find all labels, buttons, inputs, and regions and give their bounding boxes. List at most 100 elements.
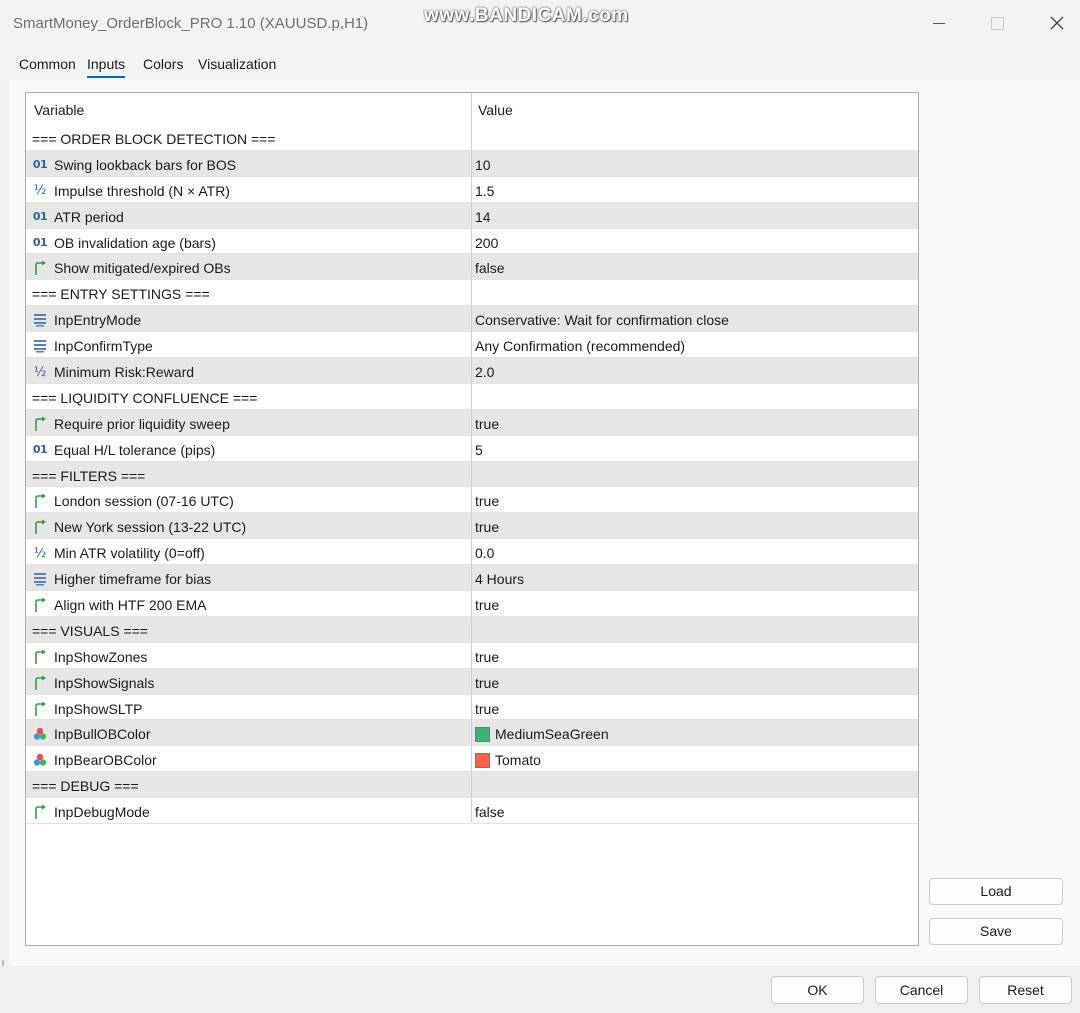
header-variable[interactable]: Variable: [34, 102, 84, 118]
load-button[interactable]: Load: [929, 878, 1063, 905]
reset-button[interactable]: Reset: [979, 976, 1072, 1004]
boolean-icon: [32, 260, 48, 276]
variable-name: === FILTERS ===: [32, 467, 146, 484]
value-cell[interactable]: MediumSeaGreen: [475, 725, 609, 743]
value-cell[interactable]: Tomato: [475, 751, 541, 769]
value-cell[interactable]: true: [475, 674, 499, 692]
table-row[interactable]: 01 OB invalidation age (bars) 200: [26, 228, 918, 255]
value-cell[interactable]: 10: [475, 156, 491, 174]
section-header-row[interactable]: === DEBUG ===: [26, 772, 918, 799]
table-row[interactable]: Require prior liquidity sweep true: [26, 409, 918, 436]
variable-cell: London session (07-16 UTC): [32, 492, 234, 510]
table-row[interactable]: Align with HTF 200 EMA true: [26, 591, 918, 617]
maximize-button[interactable]: [977, 8, 1017, 38]
fraction-icon: ½: [33, 183, 47, 199]
section-header-row[interactable]: === ENTRY SETTINGS ===: [26, 280, 918, 307]
cancel-button[interactable]: Cancel: [875, 976, 968, 1004]
value-cell[interactable]: 5: [475, 441, 483, 459]
value-cell[interactable]: 14: [475, 208, 491, 226]
close-button[interactable]: [1037, 8, 1077, 38]
table-row[interactable]: 01 ATR period 14: [26, 202, 918, 229]
variable-name: Swing lookback bars for BOS: [54, 156, 237, 173]
variable-cell: ½ Min ATR volatility (0=off): [32, 544, 205, 562]
table-row[interactable]: InpShowZones true: [26, 642, 918, 669]
value-cell[interactable]: Any Confirmation (recommended): [475, 337, 685, 355]
table-row[interactable]: InpDebugMode false: [26, 798, 918, 825]
table-row[interactable]: InpConfirmType Any Confirmation (recommen…: [26, 332, 918, 359]
value-cell[interactable]: 200: [475, 234, 498, 252]
variable-cell: === FILTERS ===: [32, 467, 145, 485]
enum-icon: [32, 312, 48, 328]
value-cell[interactable]: 4 Hours: [475, 570, 524, 588]
variable-cell: ½ Minimum Risk:Reward: [32, 363, 194, 381]
table-row[interactable]: 01 Equal H/L tolerance (pips) 5: [26, 435, 918, 462]
value-cell[interactable]: true: [475, 415, 499, 433]
section-header-row[interactable]: === VISUALS ===: [26, 616, 918, 643]
table-row[interactable]: ½ Impulse threshold (N × ATR) 1.5: [26, 176, 918, 203]
table-row[interactable]: InpBearOBColor Tomato: [26, 746, 918, 773]
table-row[interactable]: InpShowSignals true: [26, 668, 918, 695]
boolean-icon: [32, 649, 48, 665]
tab-common[interactable]: Common: [19, 56, 76, 72]
section-header-row[interactable]: === ORDER BLOCK DETECTION ===: [26, 125, 918, 151]
tab-inputs[interactable]: Inputs: [87, 56, 126, 78]
value-cell[interactable]: 1.5: [475, 182, 494, 200]
section-header-row[interactable]: === LIQUIDITY CONFLUENCE ===: [26, 383, 918, 410]
header-value[interactable]: Value: [478, 102, 513, 118]
variable-cell: InpBullOBColor: [32, 725, 151, 743]
value-text: 200: [475, 234, 499, 251]
tab-bar: Common Inputs Colors Visualization: [0, 46, 1080, 80]
value-text: true: [475, 674, 500, 691]
variable-name: === ORDER BLOCK DETECTION ===: [32, 131, 276, 147]
tab-colors[interactable]: Colors: [143, 56, 183, 72]
variable-name: === LIQUIDITY CONFLUENCE ===: [32, 389, 258, 406]
table-row[interactable]: ½ Minimum Risk:Reward 2.0: [26, 358, 918, 384]
value-cell[interactable]: true: [475, 492, 499, 510]
value-cell[interactable]: 2.0: [475, 363, 494, 381]
table-row[interactable]: Show mitigated/expired OBs false: [26, 254, 918, 281]
value-text: true: [475, 700, 500, 717]
variable-cell: InpEntryMode: [32, 311, 141, 329]
value-cell[interactable]: true: [475, 518, 499, 536]
variable-name: === ENTRY SETTINGS ===: [32, 286, 210, 303]
value-cell[interactable]: 0.0: [475, 544, 494, 562]
variable-name: Minimum Risk:Reward: [54, 364, 195, 381]
variable-cell: 01 ATR period: [32, 208, 124, 226]
table-row[interactable]: 01 Swing lookback bars for BOS 10: [26, 150, 918, 177]
boolean-icon: [32, 701, 48, 717]
save-button[interactable]: Save: [929, 918, 1063, 945]
value-cell[interactable]: true: [475, 648, 499, 666]
table-row[interactable]: InpBullOBColor MediumSeaGreen: [26, 720, 918, 747]
column-separator[interactable]: [471, 93, 472, 822]
value-cell[interactable]: false: [475, 803, 505, 821]
table-row[interactable]: New York session (13-22 UTC) true: [26, 513, 918, 540]
value-text: true: [475, 648, 500, 665]
table-row[interactable]: InpEntryMode Conservative: Wait for confi…: [26, 306, 918, 333]
variable-name: InpEntryMode: [54, 312, 142, 329]
table-row[interactable]: ½ Min ATR volatility (0=off) 0.0: [26, 539, 918, 566]
table-row[interactable]: InpShowSLTP true: [26, 694, 918, 721]
table-row[interactable]: Higher timeframe for bias 4 Hours: [26, 565, 918, 592]
variable-name: Show mitigated/expired OBs: [54, 260, 231, 277]
boolean-icon: [32, 597, 48, 613]
variable-cell: Show mitigated/expired OBs: [32, 259, 231, 277]
variable-cell: === ORDER BLOCK DETECTION ===: [32, 130, 276, 148]
table-row[interactable]: London session (07-16 UTC) true: [26, 487, 918, 514]
value-cell[interactable]: Conservative: Wait for confirmation clos…: [475, 311, 729, 329]
variable-cell: === ENTRY SETTINGS ===: [32, 285, 210, 303]
value-cell[interactable]: true: [475, 596, 499, 614]
color-swatch: [475, 752, 490, 768]
section-header-row[interactable]: === FILTERS ===: [26, 461, 918, 488]
value-cell[interactable]: false: [475, 259, 505, 277]
value-cell[interactable]: true: [475, 700, 499, 718]
enum-icon: [32, 571, 48, 587]
variable-name: InpShowSignals: [54, 674, 155, 691]
ok-button[interactable]: OK: [771, 976, 864, 1004]
grid-rows: === ORDER BLOCK DETECTION === 01 Swing loo…: [26, 125, 918, 825]
variable-cell: New York session (13-22 UTC): [32, 518, 246, 536]
value-text: Tomato: [495, 752, 541, 769]
tab-visualization[interactable]: Visualization: [198, 56, 276, 72]
minimize-button[interactable]: [919, 8, 959, 38]
variable-cell: InpShowSignals: [32, 674, 154, 692]
variable-name: InpDebugMode: [54, 804, 150, 821]
